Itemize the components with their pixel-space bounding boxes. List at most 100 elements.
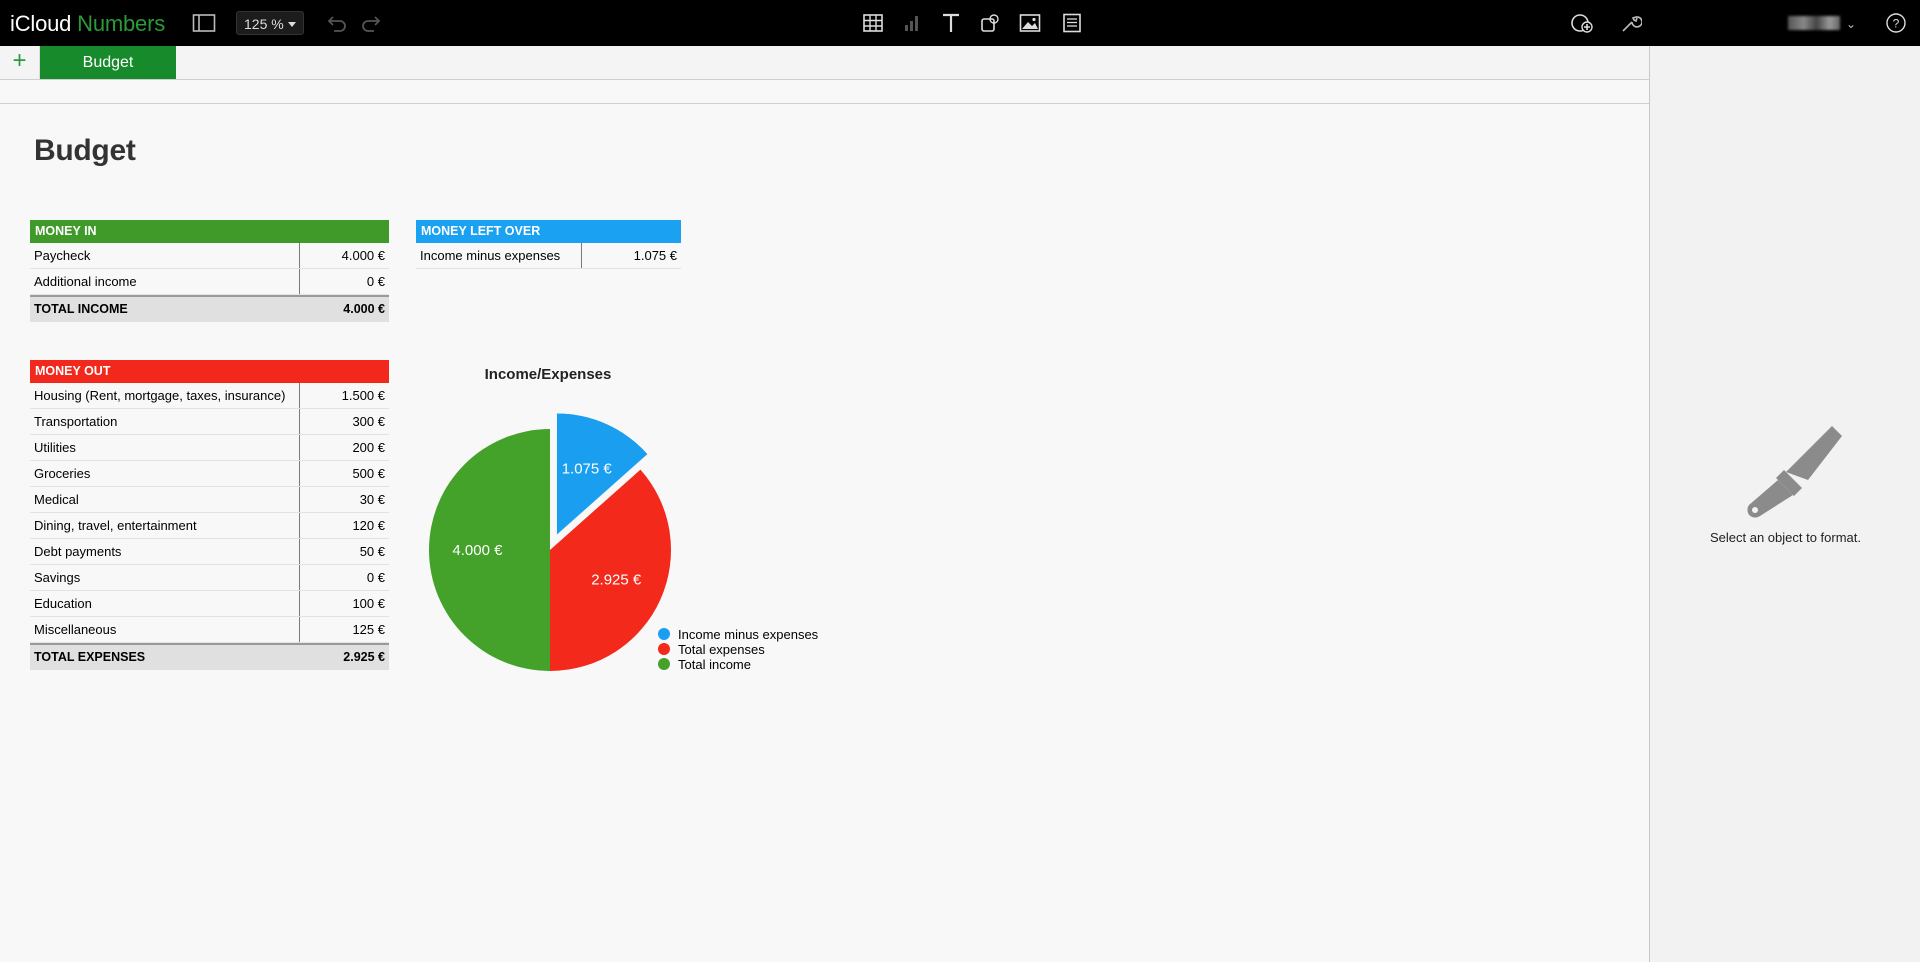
- chevron-down-icon: ⌄: [1846, 17, 1857, 31]
- table-row[interactable]: Utilities 200 €: [30, 435, 389, 461]
- chart-icon[interactable]: [900, 12, 924, 34]
- row-label: Dining, travel, entertainment: [34, 518, 197, 533]
- data-label: 2.925 €: [591, 572, 642, 589]
- table-row[interactable]: Transportation 300 €: [30, 409, 389, 435]
- row-value: 0 €: [366, 274, 385, 289]
- table-row[interactable]: Miscellaneous 125 €: [30, 617, 389, 643]
- row-value: 100 €: [352, 596, 385, 611]
- divider: [0, 103, 1649, 104]
- row-value: 1.500 €: [341, 388, 385, 403]
- zoom-value: 125 %: [244, 16, 284, 32]
- row-value: 30 €: [359, 492, 385, 507]
- column-divider: [299, 565, 300, 590]
- tab-budget[interactable]: Budget: [40, 46, 176, 79]
- sheet-tab-bar: + Budget: [0, 46, 1649, 80]
- row-label: Groceries: [34, 466, 91, 481]
- row-value: 200 €: [352, 440, 385, 455]
- help-icon[interactable]: ?: [1884, 12, 1908, 34]
- total-row[interactable]: TOTAL INCOME 4.000 €: [30, 295, 389, 322]
- text-icon[interactable]: [939, 12, 963, 34]
- column-divider: [581, 243, 582, 268]
- row-label: Savings: [34, 570, 81, 585]
- column-divider: [299, 591, 300, 616]
- table-row[interactable]: Housing (Rent, mortgage, taxes, insuranc…: [30, 383, 389, 409]
- column-divider: [299, 461, 300, 486]
- table-header[interactable]: MONEY LEFT OVER: [416, 220, 681, 243]
- row-label: Medical: [34, 492, 79, 507]
- comment-icon[interactable]: [1060, 12, 1084, 34]
- row-label: Education: [34, 596, 92, 611]
- brand-icloud: iCloud: [10, 11, 72, 36]
- table-icon[interactable]: [861, 12, 885, 34]
- total-label: TOTAL EXPENSES: [34, 650, 146, 664]
- table-row[interactable]: Groceries 500 €: [30, 461, 389, 487]
- sidebar-icon[interactable]: [192, 12, 216, 34]
- column-divider: [299, 487, 300, 512]
- row-label: Additional income: [34, 274, 137, 289]
- row-value: 300 €: [352, 414, 385, 429]
- row-value: 50 €: [359, 544, 385, 559]
- column-divider: [299, 243, 300, 268]
- row-label: Housing (Rent, mortgage, taxes, insuranc…: [34, 388, 286, 403]
- money-out-table[interactable]: MONEY OUT Housing (Rent, mortgage, taxes…: [30, 360, 389, 670]
- collaborate-icon[interactable]: [1570, 12, 1594, 34]
- column-divider: [299, 383, 300, 408]
- row-label: Transportation: [34, 414, 118, 429]
- table-row[interactable]: Income minus expenses 1.075 €: [416, 243, 681, 269]
- row-label: Paycheck: [34, 248, 91, 263]
- total-label: TOTAL INCOME: [34, 302, 128, 316]
- column-divider: [299, 269, 300, 294]
- legend-swatch: [658, 628, 670, 640]
- column-divider: [299, 435, 300, 460]
- total-value: 4.000 €: [343, 302, 385, 316]
- tools-icon[interactable]: [1618, 12, 1642, 34]
- total-value: 2.925 €: [343, 650, 385, 664]
- avatar: [1788, 16, 1840, 30]
- legend-label: Income minus expenses: [678, 627, 819, 642]
- table-row[interactable]: Savings 0 €: [30, 565, 389, 591]
- zoom-select[interactable]: 125 %: [236, 11, 304, 35]
- row-label: Debt payments: [34, 544, 122, 559]
- table-row[interactable]: Medical 30 €: [30, 487, 389, 513]
- undo-icon[interactable]: [324, 12, 348, 34]
- table-row[interactable]: Paycheck 4.000 €: [30, 243, 389, 269]
- legend-swatch: [658, 643, 670, 655]
- row-value: 500 €: [352, 466, 385, 481]
- row-value: 125 €: [352, 622, 385, 637]
- table-header[interactable]: MONEY OUT: [30, 360, 389, 383]
- brand-app-name: Numbers: [77, 11, 166, 36]
- table-row[interactable]: Debt payments 50 €: [30, 539, 389, 565]
- chevron-down-icon: [288, 22, 296, 27]
- data-label: 4.000 €: [452, 542, 503, 559]
- inspector-message: Select an object to format.: [1709, 530, 1862, 545]
- legend-label: Total expenses: [678, 642, 765, 657]
- table-header[interactable]: MONEY IN: [30, 220, 389, 243]
- toolbar: iCloud Numbers 125 % ⌄ ?: [0, 0, 1920, 46]
- column-divider: [299, 513, 300, 538]
- add-sheet-button[interactable]: +: [0, 46, 40, 79]
- column-divider: [299, 539, 300, 564]
- row-value: 0 €: [366, 570, 385, 585]
- table-row[interactable]: Dining, travel, entertainment 120 €: [30, 513, 389, 539]
- shape-icon[interactable]: [978, 12, 1002, 34]
- svg-text:?: ?: [1893, 17, 1900, 31]
- media-icon[interactable]: [1018, 12, 1042, 34]
- paintbrush-icon: [1747, 426, 1842, 518]
- row-value: 4.000 €: [341, 248, 385, 263]
- column-divider: [299, 617, 300, 642]
- app-brand: iCloud Numbers: [10, 11, 165, 37]
- legend-label: Total income: [678, 657, 751, 672]
- user-account-menu[interactable]: ⌄: [1788, 14, 1856, 32]
- sheet-title[interactable]: Budget: [34, 134, 136, 168]
- legend-swatch: [658, 658, 670, 670]
- table-row[interactable]: Education 100 €: [30, 591, 389, 617]
- data-label: 1.075 €: [562, 460, 613, 477]
- redo-icon[interactable]: [360, 12, 384, 34]
- money-left-over-table[interactable]: MONEY LEFT OVER Income minus expenses 1.…: [416, 220, 681, 269]
- total-row[interactable]: TOTAL EXPENSES 2.925 €: [30, 643, 389, 670]
- money-in-table[interactable]: MONEY IN Paycheck 4.000 € Additional inc…: [30, 220, 389, 322]
- row-value: 1.075 €: [633, 248, 677, 263]
- row-value: 120 €: [352, 518, 385, 533]
- table-row[interactable]: Additional income 0 €: [30, 269, 389, 295]
- format-sidebar: Select an object to format.: [1649, 46, 1920, 962]
